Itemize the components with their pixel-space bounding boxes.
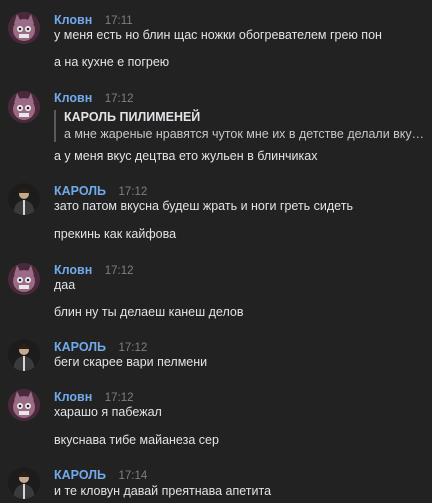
person-icon: [8, 339, 40, 371]
message-time[interactable]: 17:12: [118, 342, 147, 354]
reply-quote[interactable]: КАРОЛЬ ПИЛИМЕНЕЙ а мне жареные нравятся …: [54, 110, 428, 142]
person-avatar[interactable]: [8, 183, 40, 215]
message-text: у меня есть но блин щас ножки обогревате…: [54, 28, 382, 42]
message-text: вкуснава тибе майанеза сер: [54, 433, 219, 447]
message-time[interactable]: 17:12: [105, 93, 134, 105]
person-icon: [8, 467, 40, 499]
message-text: блин ну ты делаеш канеш делов: [54, 305, 244, 319]
reply-text: а мне жареные нравятся чуток мне их в де…: [64, 127, 426, 141]
message-text: а на кухне е погрею: [54, 55, 170, 69]
message-time[interactable]: 17:12: [105, 265, 134, 277]
cat-avatar[interactable]: [8, 91, 40, 123]
cat-avatar[interactable]: [8, 389, 40, 421]
person-icon: [8, 183, 40, 215]
author-name[interactable]: Кловн: [54, 390, 92, 404]
cat-icon: [8, 91, 40, 123]
message-text: зато патом вкусна будеш жрать и ноги гре…: [54, 199, 353, 213]
cat-icon: [8, 263, 40, 295]
author-name[interactable]: КАРОЛЬ: [54, 468, 106, 482]
author-name[interactable]: Кловн: [54, 263, 92, 277]
message-text: даа: [54, 278, 76, 292]
author-name[interactable]: Кловн: [54, 91, 92, 105]
message-text: и те кловун давай преятнава апетита: [54, 484, 272, 498]
message-time[interactable]: 17:12: [118, 186, 147, 198]
author-name[interactable]: Кловн: [54, 13, 92, 27]
message-text: прекинь как кайфова: [54, 227, 177, 241]
cat-icon: [8, 389, 40, 421]
reply-author: КАРОЛЬ ПИЛИМЕНЕЙ: [64, 110, 201, 124]
author-name[interactable]: КАРОЛЬ: [54, 184, 106, 198]
person-avatar[interactable]: [8, 339, 40, 371]
cat-avatar[interactable]: [8, 263, 40, 295]
message-time[interactable]: 17:12: [105, 392, 134, 404]
cat-icon: [8, 12, 40, 44]
cat-avatar[interactable]: [8, 12, 40, 44]
message-text: беги скарее вари пелмени: [54, 355, 208, 369]
author-name[interactable]: КАРОЛЬ: [54, 340, 106, 354]
person-avatar[interactable]: [8, 467, 40, 499]
message-time[interactable]: 17:11: [105, 15, 133, 27]
message-text: а у меня вкус децтва ето жульен в блинчи…: [54, 149, 318, 163]
message-text: харашо я пабежал: [54, 405, 162, 419]
message-time[interactable]: 17:14: [118, 470, 147, 482]
